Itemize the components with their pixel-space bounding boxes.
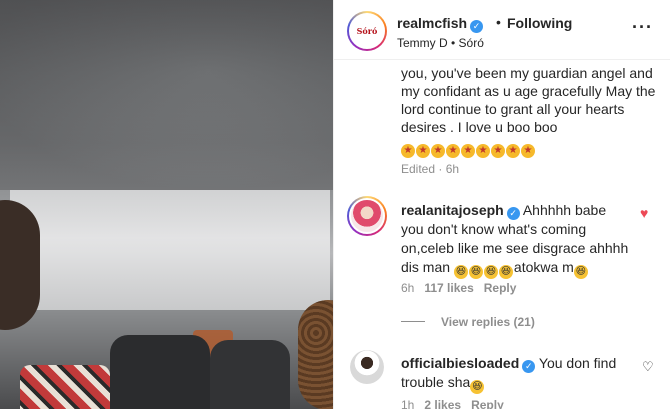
star-struck-emoji-icon: ★ [401, 144, 415, 158]
media-roof [0, 0, 333, 190]
verified-icon: ✓ [470, 20, 484, 33]
view-replies-label[interactable]: View replies (21) [441, 315, 535, 329]
caption-meta: Edited · 6h [401, 162, 460, 176]
star-struck-emoji-icon: ★ [431, 144, 445, 158]
comment-body: realanitajoseph ✓ Ahhhhh babe you don't k… [401, 201, 631, 279]
star-struck-emoji-icon: ★ [491, 144, 505, 158]
more-options-icon[interactable]: ··· [632, 18, 653, 36]
post-panel: Sóró realmcfish ✓ • Following Temmy D • S… [333, 0, 670, 409]
caption-emojis: ★ ★ ★ ★ ★ ★ ★ ★ ★ [401, 137, 661, 158]
comment-likes[interactable]: 117 likes [424, 281, 473, 295]
view-replies-button[interactable]: View replies (21) [401, 315, 535, 329]
star-struck-emoji-icon: ★ [506, 144, 520, 158]
post-media[interactable] [0, 0, 333, 409]
media-seat [110, 335, 210, 409]
comment-reply-button[interactable]: Reply [484, 281, 517, 295]
laughing-emoji-icon: 😆 [483, 265, 498, 279]
author-avatar[interactable]: Sóró [347, 11, 387, 51]
comment-time: 1h [401, 398, 415, 409]
author-username[interactable]: realmcfish ✓ [397, 15, 484, 33]
comment-avatar[interactable] [347, 196, 387, 236]
media-hair [298, 300, 333, 409]
laughing-emoji-icon: 😆 [573, 265, 588, 279]
laughing-emoji-icon: 😆 [468, 265, 483, 279]
post-subtitle[interactable]: Temmy D • Sóró [397, 36, 484, 50]
media-person [0, 200, 40, 330]
star-struck-emoji-icon: ★ [461, 144, 475, 158]
comment-avatar[interactable] [350, 350, 384, 384]
comment-meta: 6h 117 likes Reply [401, 281, 516, 295]
like-heart-icon[interactable]: ♡ [642, 360, 654, 373]
verified-icon: ✓ [522, 360, 536, 373]
star-struck-emoji-icon: ★ [476, 144, 490, 158]
comment-likes[interactable]: 2 likes [424, 398, 461, 409]
header-separator: • [496, 14, 501, 30]
star-struck-emoji-icon: ★ [446, 144, 460, 158]
following-button[interactable]: Following [507, 15, 572, 31]
liked-heart-icon[interactable]: ♥ [640, 206, 654, 220]
star-struck-emoji-icon: ★ [416, 144, 430, 158]
media-shirt [20, 365, 110, 409]
caption-text: you, you've been my guardian angel and m… [401, 65, 656, 135]
comment-avatar-image [350, 350, 384, 384]
laughing-emoji-icon: 😆 [498, 265, 513, 279]
comment-username[interactable]: officialbiesloaded [401, 355, 519, 371]
comment-username[interactable]: realanitajoseph [401, 202, 504, 218]
post-caption: you, you've been my guardian angel and m… [401, 64, 661, 158]
author-avatar-label: Sóró [349, 13, 385, 49]
view-replies-line [401, 321, 425, 322]
comment-avatar-image [349, 198, 385, 234]
laughing-emoji-icon: 😆 [470, 380, 485, 394]
star-struck-emoji-icon: ★ [521, 144, 535, 158]
media-windshield [10, 190, 330, 310]
comment-time: 6h [401, 281, 415, 295]
comment-text-tail: atokwa m [513, 259, 574, 275]
verified-icon: ✓ [506, 207, 520, 220]
post-header: Sóró realmcfish ✓ • Following Temmy D • S… [334, 0, 670, 60]
comment-body: officialbiesloaded ✓ You don find trouble… [401, 354, 631, 394]
comment-reply-button[interactable]: Reply [471, 398, 504, 409]
comment-meta: 1h 2 likes Reply [401, 398, 504, 409]
media-seat [210, 340, 290, 409]
author-username-text[interactable]: realmcfish [397, 15, 467, 31]
laughing-emoji-icon: 😆 [453, 265, 468, 279]
